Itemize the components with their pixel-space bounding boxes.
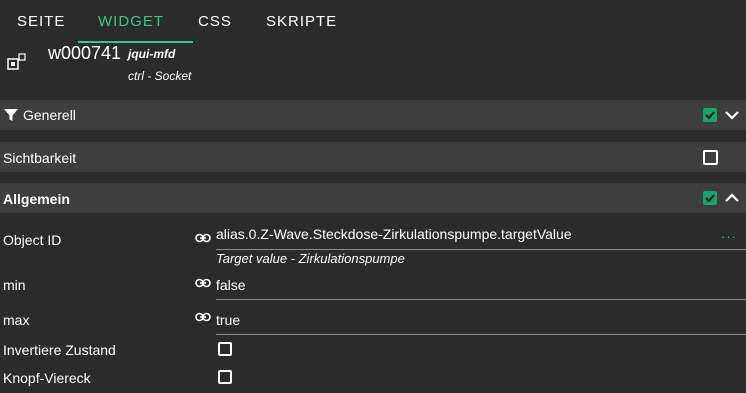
widget-icon [7,53,26,70]
chevron-down-icon[interactable] [725,108,739,122]
object-id-input[interactable]: alias.0.Z-Wave.Steckdose-Zirkulationspum… [216,226,572,242]
min-input[interactable]: false [216,277,246,293]
section-generell[interactable]: Generell [0,100,746,130]
filter-icon [4,109,18,121]
object-id-underline [216,249,746,250]
link-icon[interactable] [195,312,211,322]
section-title-sichtbarkeit: Sichtbarkeit [3,150,77,166]
tab-css[interactable]: CSS [198,0,232,44]
min-underline [216,299,746,300]
section-sichtbarkeit[interactable]: Sichtbarkeit [0,142,746,172]
invert-label: Invertiere Zustand [3,342,116,358]
object-id-label: Object ID [3,232,62,248]
link-icon[interactable] [195,278,211,288]
widget-id: w000741 [48,43,122,63]
allgemein-checkbox[interactable] [703,191,717,205]
tab-bar: SEITE WIDGET CSS SKRIPTE [0,0,746,44]
max-label: max [3,312,30,328]
check-icon [705,194,715,203]
generell-checkbox[interactable] [703,108,717,122]
min-label: min [3,277,26,293]
tab-widget[interactable]: WIDGET [98,0,164,44]
object-id-description: Target value - Zirkulationspumpe [216,251,405,266]
section-title-generell: Generell [23,107,76,123]
widget-type: ctrl - Socket [128,69,192,83]
invert-checkbox[interactable] [218,342,232,356]
sichtbarkeit-checkbox[interactable] [703,150,718,165]
tab-seite[interactable]: SEITE [17,0,65,44]
chevron-up-icon[interactable] [725,191,739,205]
link-icon[interactable] [195,233,211,243]
square-button-checkbox[interactable] [218,370,232,384]
object-id-more-button[interactable]: ··· [721,229,737,244]
max-input[interactable]: true [216,312,240,328]
section-allgemein[interactable]: Allgemein [0,183,746,213]
widget-set: jqui-mfd [128,47,176,61]
section-title-allgemein: Allgemein [3,191,70,207]
square-button-label: Knopf-Viereck [3,370,91,386]
max-underline [216,334,746,335]
check-icon [705,111,715,120]
tab-skripte[interactable]: SKRIPTE [266,0,337,44]
